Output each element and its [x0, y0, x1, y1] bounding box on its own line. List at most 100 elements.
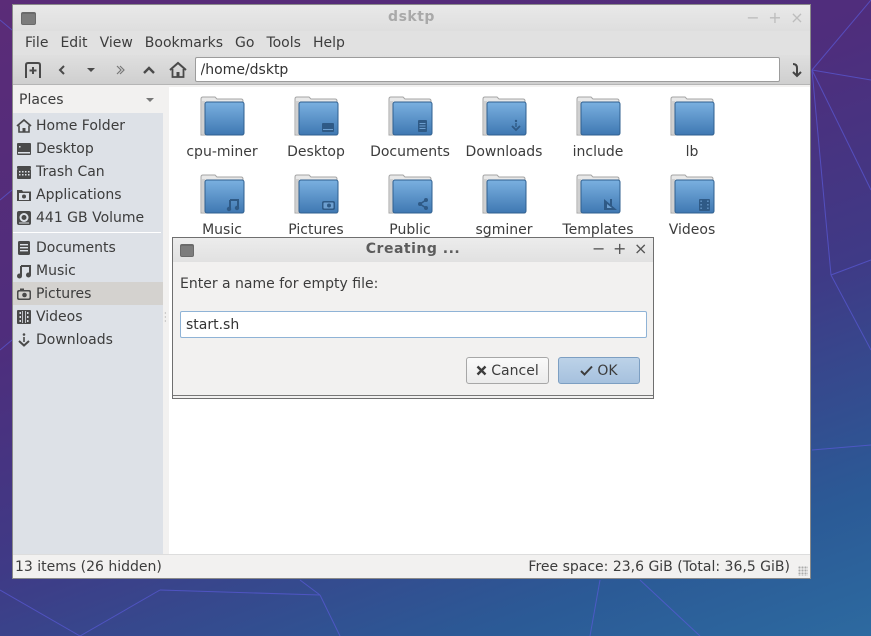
folder-item[interactable]: Pictures [269, 171, 363, 247]
sidebar-item-applications[interactable]: Applications [13, 183, 163, 206]
menu-help[interactable]: Help [307, 35, 351, 51]
folder-name: lb [685, 144, 699, 160]
cancel-button[interactable]: Cancel [466, 357, 549, 384]
sidebar-item-trash-can[interactable]: Trash Can [13, 160, 163, 183]
video-icon [16, 309, 32, 325]
chevron-down-icon [87, 67, 96, 72]
applications-icon [16, 187, 32, 203]
folder-name: Desktop [287, 144, 345, 160]
home-icon [16, 118, 32, 134]
dialog-minimize-button[interactable]: − [592, 239, 605, 258]
up-icon [143, 65, 155, 74]
menu-tools[interactable]: Tools [260, 35, 307, 51]
window-titlebar[interactable]: dsktp − + × [13, 5, 810, 31]
folder-item[interactable]: cpu-miner [175, 93, 269, 169]
up-button[interactable] [135, 58, 164, 82]
folder-name: sgminer [475, 222, 533, 238]
dialog-prompt: Enter a name for empty file: [180, 276, 379, 292]
download-icon [16, 332, 32, 348]
folder-item[interactable]: Desktop [269, 93, 363, 169]
ok-button-label: OK [597, 362, 618, 379]
dialog-title: Creating ... [365, 241, 461, 257]
folder-icon [670, 174, 715, 214]
window-title: dsktp [388, 9, 435, 25]
folder-item[interactable]: Public [363, 171, 457, 247]
check-icon [580, 365, 594, 376]
sidebar-item-documents[interactable]: Documents [13, 236, 163, 259]
home-icon [169, 61, 187, 78]
folder-item[interactable]: Documents [363, 93, 457, 169]
places-sidebar: Places Home Folder Desktop Trash Can App… [13, 87, 163, 555]
sidebar-item-videos[interactable]: Videos [13, 305, 163, 328]
close-icon [476, 365, 487, 376]
folder-item[interactable]: Templates [551, 171, 645, 247]
places-header-label: Places [19, 92, 64, 108]
sidebar-item-home-folder[interactable]: Home Folder [13, 114, 163, 137]
new-tab-button[interactable] [19, 58, 48, 82]
sidebar-item-label: Videos [36, 308, 83, 325]
dialog-close-button[interactable]: × [634, 239, 647, 258]
back-button[interactable] [48, 58, 77, 82]
documents-icon [16, 240, 32, 256]
dialog-bottom-edge [173, 395, 653, 398]
sidebar-item-pictures[interactable]: Pictures [13, 282, 163, 305]
folder-icon [388, 174, 433, 214]
music-icon [16, 263, 32, 279]
back-icon [58, 64, 66, 75]
folder-icon [294, 174, 339, 214]
filename-input[interactable] [180, 311, 647, 338]
folder-item[interactable]: sgminer [457, 171, 551, 247]
history-dropdown-button[interactable] [77, 58, 106, 82]
forward-icon [116, 65, 126, 74]
maximize-button[interactable]: + [768, 8, 782, 27]
cancel-button-label: Cancel [491, 362, 539, 379]
sidebar-item-441-gb-volume[interactable]: 441 GB Volume [13, 206, 163, 229]
folder-icon [482, 96, 527, 136]
folder-item[interactable]: Videos [645, 171, 739, 247]
dialog-titlebar[interactable]: Creating ... − + × [173, 238, 653, 262]
folder-name: Downloads [465, 144, 543, 160]
sidebar-item-music[interactable]: Music [13, 259, 163, 282]
folder-item[interactable]: Music [175, 171, 269, 247]
forward-button[interactable] [106, 58, 135, 82]
resize-grip[interactable] [798, 566, 808, 576]
drive-icon [16, 210, 32, 226]
sidebar-item-desktop[interactable]: Desktop [13, 137, 163, 160]
path-input[interactable] [194, 57, 781, 82]
sidebar-item-label: Home Folder [36, 117, 126, 134]
folder-name: include [572, 144, 624, 160]
go-button[interactable] [780, 62, 810, 78]
minimize-button[interactable]: − [746, 8, 760, 27]
file-icon-grid: cpu-miner Desktop Documents Downloads includ… [175, 93, 739, 247]
folder-name: Documents [370, 144, 450, 160]
sidebar-item-label: Applications [36, 186, 122, 203]
places-header[interactable]: Places [13, 87, 163, 113]
menu-bookmarks[interactable]: Bookmarks [139, 35, 229, 51]
places-list: Home Folder Desktop Trash Can Applicatio… [13, 113, 163, 555]
sidebar-item-downloads[interactable]: Downloads [13, 328, 163, 351]
menu-view[interactable]: View [94, 35, 139, 51]
home-button[interactable] [164, 58, 193, 82]
create-file-dialog: Creating ... − + × Enter a name for empt… [172, 237, 654, 399]
folder-name: Music [202, 222, 242, 238]
close-button[interactable]: × [790, 8, 804, 27]
places-separator [13, 232, 161, 233]
sidebar-item-label: Documents [36, 239, 116, 256]
folder-name: Templates [562, 222, 634, 238]
statusbar: 13 items (26 hidden) Free space: 23,6 Gi… [13, 554, 810, 578]
ok-button[interactable]: OK [558, 357, 640, 384]
sidebar-item-label: Music [36, 262, 76, 279]
menu-edit[interactable]: Edit [54, 35, 93, 51]
folder-icon [388, 96, 433, 136]
menu-file[interactable]: File [19, 35, 54, 51]
sidebar-item-label: 441 GB Volume [36, 209, 145, 226]
dialog-maximize-button[interactable]: + [613, 239, 626, 258]
folder-item[interactable]: include [551, 93, 645, 169]
folder-item[interactable]: lb [645, 93, 739, 169]
sidebar-item-label: Trash Can [36, 163, 105, 180]
folder-item[interactable]: Downloads [457, 93, 551, 169]
toolbar [13, 55, 810, 85]
folder-icon [670, 96, 715, 136]
trash-icon [16, 164, 32, 180]
menu-go[interactable]: Go [229, 35, 260, 51]
